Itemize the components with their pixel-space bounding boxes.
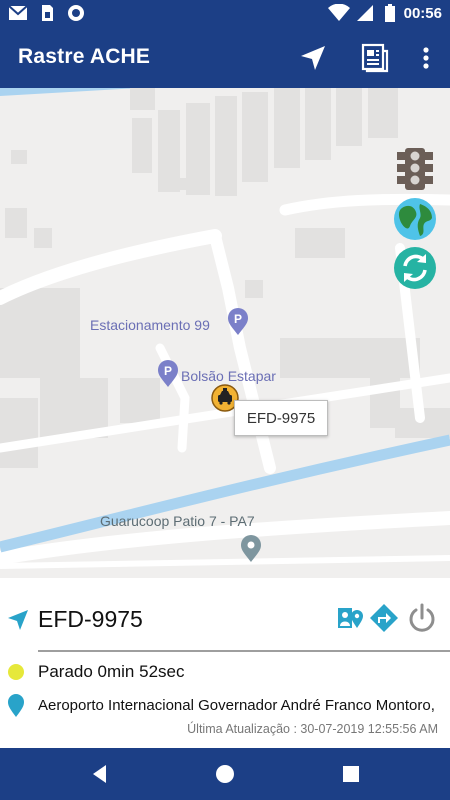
- app-bar: Rastre ACHE: [0, 28, 450, 88]
- navigation-arrow-icon: [301, 46, 325, 70]
- status-bar: 00:56: [0, 0, 450, 28]
- report-icon: [361, 43, 389, 73]
- directions-icon: [370, 604, 398, 632]
- more-vert-icon: [423, 47, 429, 69]
- refresh-icon: [394, 247, 436, 289]
- globe-icon: [394, 198, 436, 240]
- back-icon[interactable]: [88, 762, 112, 786]
- report-button[interactable]: [359, 42, 391, 74]
- svg-text:P: P: [234, 312, 242, 326]
- address-row: Aeroporto Internacional Governador André…: [0, 694, 450, 718]
- status-indicator: [8, 664, 24, 680]
- vehicle-plate: EFD-9975: [38, 606, 143, 632]
- app-title: Rastre ACHE: [18, 45, 151, 68]
- refresh-button[interactable]: [392, 245, 438, 291]
- signal-icon: [356, 4, 376, 22]
- more-options-button[interactable]: [410, 42, 442, 74]
- location-pin-icon: [8, 694, 24, 717]
- last-update-text: Última Atualização : 30-07-2019 12:55:56…: [187, 722, 438, 736]
- svg-text:P: P: [164, 364, 172, 378]
- map-view[interactable]: P Estacionamento 99 P Bolsão Estapar Gua…: [0, 88, 450, 578]
- vehicle-header: EFD-9975: [0, 598, 450, 642]
- map-canvas: [0, 88, 450, 569]
- navigation-arrow-icon: [8, 610, 28, 630]
- map-type-button[interactable]: [392, 196, 438, 242]
- status-time: 00:56: [403, 4, 442, 22]
- wifi-icon: [327, 3, 350, 22]
- sim-card-icon: [37, 4, 57, 22]
- address-text: Aeroporto Internacional Governador André…: [38, 697, 435, 714]
- poi-label-guarucoop[interactable]: Guarucoop Patio 7 - PA7: [100, 513, 255, 529]
- vehicle-info-window: EFD-9975: [234, 400, 328, 436]
- system-nav-bar: [0, 748, 450, 800]
- person-location-button[interactable]: [334, 602, 366, 634]
- status-row: Parado 0min 52sec: [0, 661, 450, 685]
- status-text: Parado 0min 52sec: [38, 662, 185, 681]
- traffic-light-icon: [397, 148, 433, 190]
- divider: [38, 650, 450, 652]
- directions-button[interactable]: [368, 602, 400, 634]
- home-icon[interactable]: [213, 762, 237, 786]
- poi-label-bolsao[interactable]: Bolsão Estapar: [181, 368, 276, 384]
- record-icon: [66, 4, 86, 22]
- battery-icon: [384, 4, 396, 22]
- power-button[interactable]: [406, 602, 438, 634]
- poi-label-estacionamento[interactable]: Estacionamento 99: [90, 317, 210, 333]
- location-pin-icon[interactable]: [240, 535, 262, 563]
- gmail-icon: [8, 4, 28, 22]
- power-icon: [409, 603, 435, 632]
- recents-icon[interactable]: [339, 762, 363, 786]
- person-location-icon: [338, 608, 363, 628]
- parking-pin-icon[interactable]: P: [157, 360, 179, 388]
- traffic-button[interactable]: [392, 146, 438, 192]
- parking-pin-icon[interactable]: P: [227, 308, 249, 336]
- vehicle-panel: EFD-9975 Parado 0min 52sec Aeroporto Int…: [0, 578, 450, 748]
- navigation-button[interactable]: [297, 42, 329, 74]
